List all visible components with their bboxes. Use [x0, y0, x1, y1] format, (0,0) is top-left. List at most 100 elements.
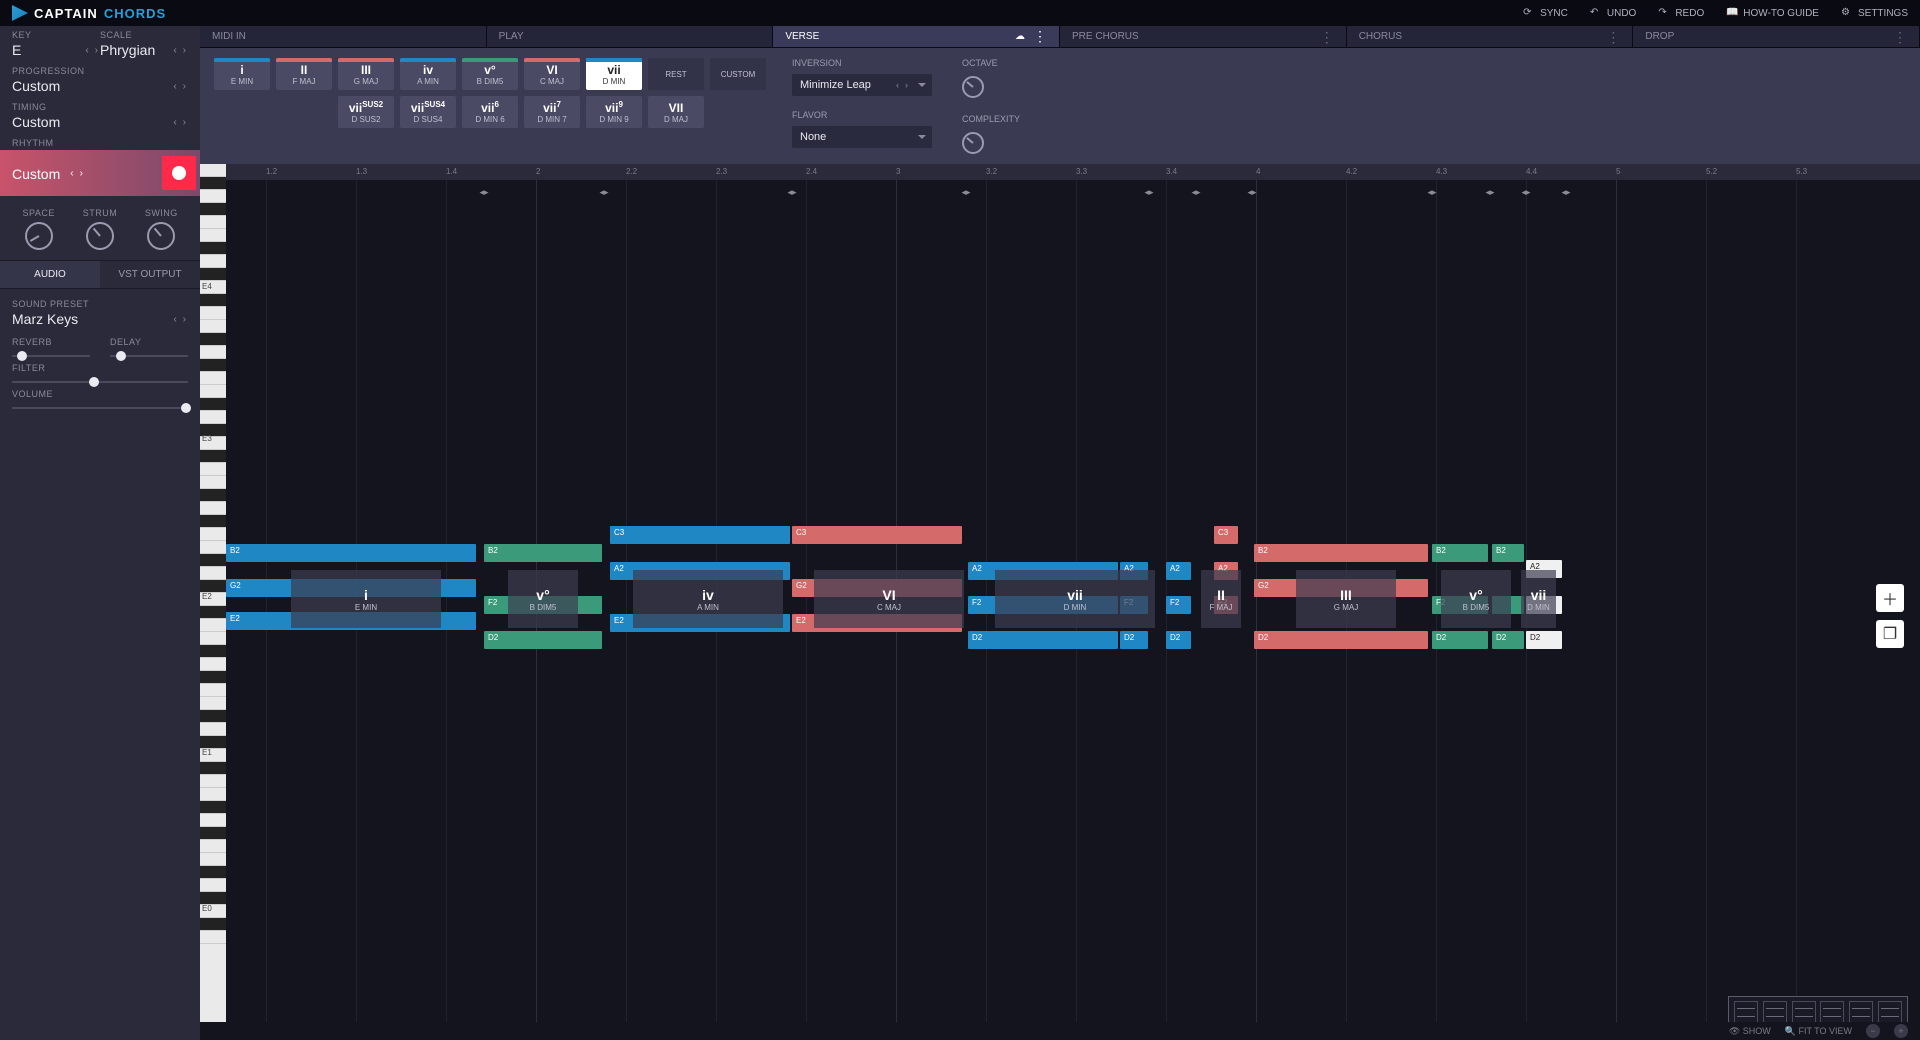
settings-button[interactable]: ⚙SETTINGS: [1841, 7, 1908, 19]
chord-block[interactable]: VIC MAJ: [814, 570, 964, 628]
volume-slider[interactable]: [12, 407, 188, 409]
more-icon[interactable]: ⋮: [1033, 28, 1047, 45]
tab-play[interactable]: PLAY: [487, 26, 774, 47]
sync-button[interactable]: ⟳SYNC: [1523, 7, 1568, 19]
chord-block[interactable]: viiD MIN: [1521, 570, 1556, 628]
record-button[interactable]: [162, 156, 196, 190]
progression-select[interactable]: Custom‹›: [12, 78, 188, 94]
octave-knob[interactable]: [962, 76, 984, 98]
chord-resize-handle[interactable]: ◂▸: [1484, 186, 1496, 198]
chord-variant-button[interactable]: vii6D MIN 6: [462, 96, 518, 128]
chord-variant-button[interactable]: vii9D MIN 9: [586, 96, 642, 128]
add-chord-button[interactable]: ＋: [1876, 584, 1904, 612]
chord-resize-handle[interactable]: ◂▸: [478, 186, 490, 198]
midi-note[interactable]: B2: [1254, 544, 1428, 562]
zoom-out-button[interactable]: −: [1866, 1024, 1880, 1038]
chord-button[interactable]: viiD MIN: [586, 58, 642, 90]
chord-button[interactable]: VIC MAJ: [524, 58, 580, 90]
chord-block[interactable]: ivA MIN: [633, 570, 783, 628]
chord-block[interactable]: v°B DIM5: [1441, 570, 1511, 628]
midi-note[interactable]: C3: [1214, 526, 1238, 544]
custom-button[interactable]: CUSTOM: [710, 58, 766, 90]
chord-resize-handle[interactable]: ◂▸: [1520, 186, 1532, 198]
inversion-label: INVERSION: [792, 58, 932, 68]
chord-resize-handle[interactable]: ◂▸: [1190, 186, 1202, 198]
howto-button[interactable]: 📖HOW-TO GUIDE: [1726, 7, 1819, 19]
tab-midi-in[interactable]: MIDI IN: [200, 26, 487, 47]
midi-note[interactable]: B2: [1492, 544, 1524, 562]
chord-block[interactable]: IIF MAJ: [1201, 570, 1241, 628]
rest-button[interactable]: REST: [648, 58, 704, 90]
chord-variant-button[interactable]: VIID MAJ: [648, 96, 704, 128]
tab-verse[interactable]: VERSE ☁ ⋮: [773, 26, 1060, 47]
rhythm-select[interactable]: Custom ‹›: [0, 150, 200, 196]
tab-chorus[interactable]: CHORUS⋮: [1347, 26, 1634, 47]
midi-note[interactable]: D2: [1432, 631, 1488, 649]
midi-note[interactable]: D2: [1254, 631, 1428, 649]
chord-resize-handle[interactable]: ◂▸: [598, 186, 610, 198]
chord-button[interactable]: iE MIN: [214, 58, 270, 90]
chord-button[interactable]: v°B DIM5: [462, 58, 518, 90]
scale-select[interactable]: Phrygian‹›: [100, 42, 188, 58]
chord-resize-handle[interactable]: ◂▸: [1426, 186, 1438, 198]
cloud-icon[interactable]: ☁: [1015, 31, 1025, 42]
midi-note[interactable]: D2: [484, 631, 602, 649]
flavor-select[interactable]: None: [792, 126, 932, 148]
chord-block[interactable]: v°B DIM5: [508, 570, 578, 628]
more-icon[interactable]: ⋮: [1893, 32, 1907, 42]
chord-block[interactable]: viiD MIN: [995, 570, 1155, 628]
chord-resize-handle[interactable]: ◂▸: [1246, 186, 1258, 198]
chord-variant-button[interactable]: vii7D MIN 7: [524, 96, 580, 128]
show-toggle[interactable]: 👁 SHOW: [1729, 1026, 1771, 1037]
reverb-slider[interactable]: [12, 355, 90, 357]
timeline-ruler[interactable]: 1.21.31.422.22.32.433.23.33.444.24.34.45…: [226, 164, 1920, 180]
midi-note[interactable]: B2: [484, 544, 602, 562]
chord-block[interactable]: iE MIN: [291, 570, 441, 628]
chord-button[interactable]: IIF MAJ: [276, 58, 332, 90]
tab-audio[interactable]: AUDIO: [0, 261, 100, 288]
logo-icon: [12, 5, 28, 21]
filter-slider[interactable]: [12, 381, 188, 383]
midi-note[interactable]: D2: [1526, 631, 1562, 649]
chord-button[interactable]: ivA MIN: [400, 58, 456, 90]
midi-note[interactable]: D2: [1166, 631, 1191, 649]
midi-note[interactable]: A2: [1166, 562, 1191, 580]
fit-to-view-button[interactable]: 🔍 FIT TO VIEW: [1785, 1026, 1852, 1037]
redo-button[interactable]: ↷REDO: [1658, 7, 1704, 19]
chord-variant-button[interactable]: viiSUS4D SUS4: [400, 96, 456, 128]
tab-vst-output[interactable]: VST OUTPUT: [100, 261, 200, 288]
chord-resize-handle[interactable]: ◂▸: [1560, 186, 1572, 198]
duplicate-button[interactable]: ❐: [1876, 620, 1904, 648]
midi-note[interactable]: B2: [1432, 544, 1488, 562]
space-knob[interactable]: [25, 222, 53, 250]
complexity-knob[interactable]: [962, 132, 984, 154]
piano-keyboard[interactable]: E4 E3 E2 E1 E0: [200, 164, 226, 1040]
tab-pre-chorus[interactable]: PRE CHORUS⋮: [1060, 26, 1347, 47]
zoom-in-button[interactable]: +: [1894, 1024, 1908, 1038]
chord-resize-handle[interactable]: ◂▸: [786, 186, 798, 198]
chord-button[interactable]: IIIG MAJ: [338, 58, 394, 90]
chord-resize-handle[interactable]: ◂▸: [960, 186, 972, 198]
midi-note[interactable]: C3: [792, 526, 962, 544]
chord-block[interactable]: IIIG MAJ: [1296, 570, 1396, 628]
chord-variant-button[interactable]: viiSUS2D SUS2: [338, 96, 394, 128]
undo-button[interactable]: ↶UNDO: [1590, 7, 1636, 19]
delay-slider[interactable]: [110, 355, 188, 357]
swing-knob[interactable]: [147, 222, 175, 250]
inversion-select[interactable]: Minimize Leap‹›: [792, 74, 932, 96]
strum-knob[interactable]: [86, 222, 114, 250]
key-select[interactable]: E‹›: [12, 42, 100, 58]
midi-note[interactable]: B2: [226, 544, 476, 562]
midi-note[interactable]: D2: [968, 631, 1118, 649]
tab-drop[interactable]: DROP⋮: [1633, 26, 1920, 47]
chord-resize-handle[interactable]: ◂▸: [1143, 186, 1155, 198]
midi-note[interactable]: C3: [610, 526, 790, 544]
midi-note[interactable]: D2: [1492, 631, 1524, 649]
more-icon[interactable]: ⋮: [1320, 32, 1334, 42]
more-icon[interactable]: ⋮: [1606, 32, 1620, 42]
timing-select[interactable]: Custom‹›: [12, 114, 188, 130]
midi-note[interactable]: F2: [1166, 596, 1191, 614]
midi-note[interactable]: D2: [1120, 631, 1148, 649]
preset-select[interactable]: Marz Keys‹›: [12, 311, 188, 327]
piano-roll[interactable]: E4 E3 E2 E1 E0 1.21.31.422.22.32.433.23.…: [200, 164, 1920, 1040]
